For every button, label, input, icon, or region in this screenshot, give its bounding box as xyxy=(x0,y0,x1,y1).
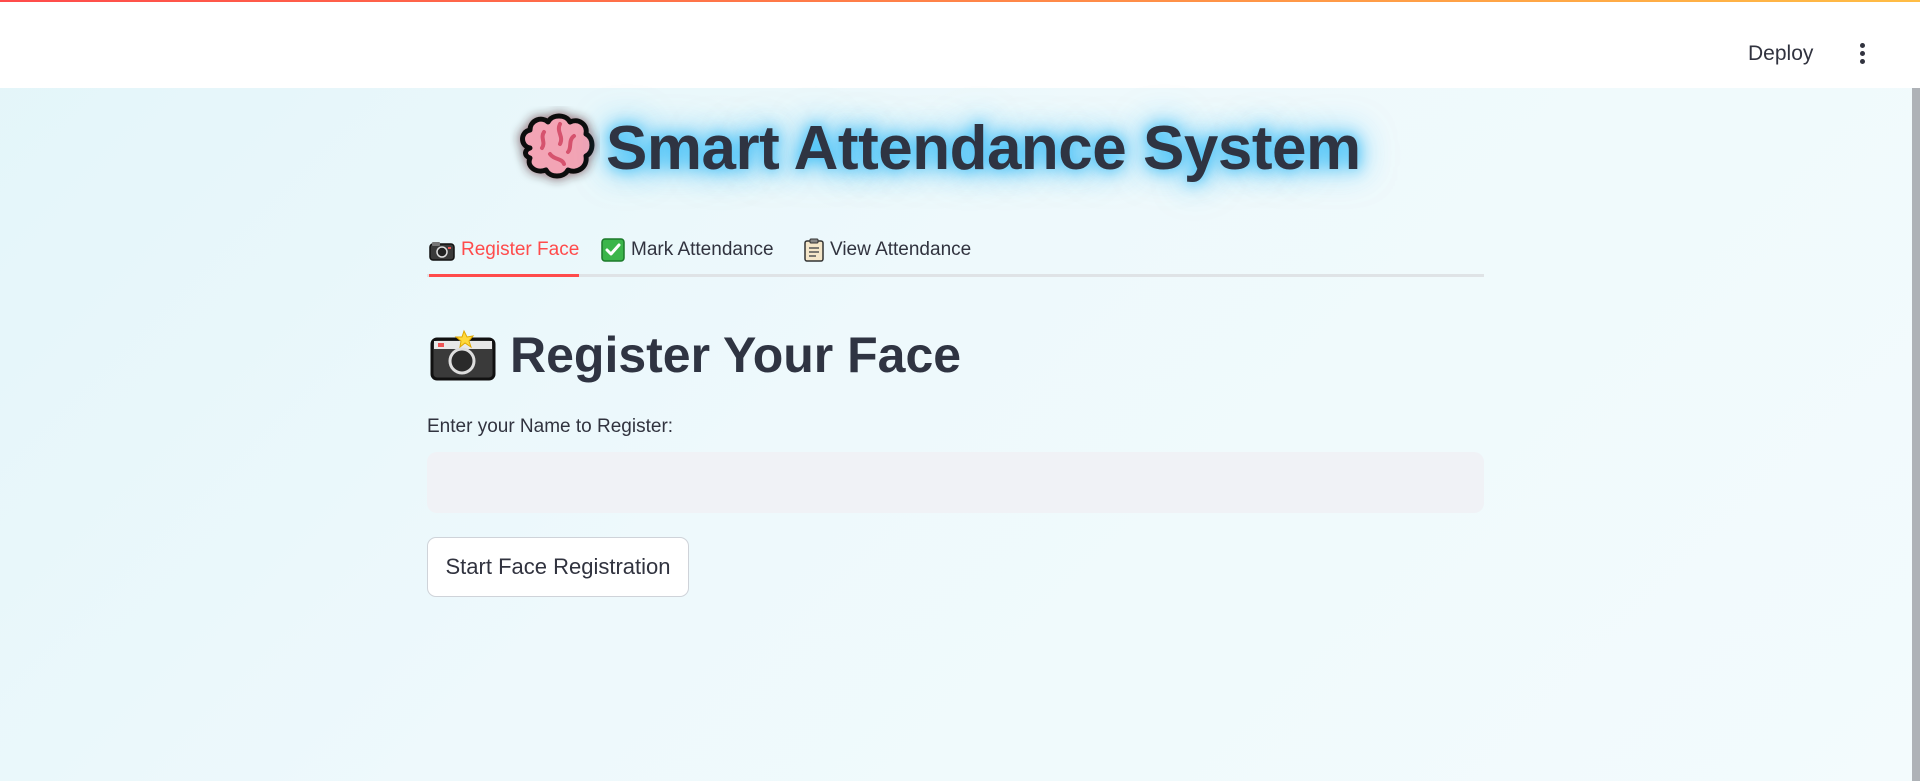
deploy-button[interactable]: Deploy xyxy=(1740,38,1821,70)
tab-label: Mark Attendance xyxy=(631,239,774,260)
brain-icon xyxy=(520,113,595,179)
tab-mark-attendance[interactable]: Mark Attendance xyxy=(601,228,774,272)
tab-register-face[interactable]: Register Face xyxy=(429,228,580,277)
section-heading: Register Your Face xyxy=(430,320,961,390)
tab-view-attendance[interactable]: View Attendance xyxy=(804,228,971,272)
app-title-block: Smart Attendance System xyxy=(510,106,1390,190)
name-field-label: Enter your Name to Register: xyxy=(427,416,674,437)
tab-bar: Register Face Mark Attendance View Atten… xyxy=(427,222,1484,277)
check-mark-icon xyxy=(601,238,625,262)
section-title: Register Your Face xyxy=(510,327,962,383)
clipboard-icon xyxy=(804,238,824,262)
tab-label: Register Face xyxy=(461,239,580,260)
camera-flash-icon xyxy=(430,329,496,381)
tab-label: View Attendance xyxy=(830,239,972,260)
name-input[interactable] xyxy=(427,452,1484,513)
start-face-registration-button[interactable]: Start Face Registration xyxy=(427,537,689,597)
page-title: Smart Attendance System xyxy=(606,113,1361,183)
camera-icon xyxy=(429,242,455,261)
kebab-menu-icon[interactable] xyxy=(1852,40,1872,68)
app-header: Deploy xyxy=(0,2,1920,88)
page-scrollbar[interactable] xyxy=(1912,88,1920,781)
